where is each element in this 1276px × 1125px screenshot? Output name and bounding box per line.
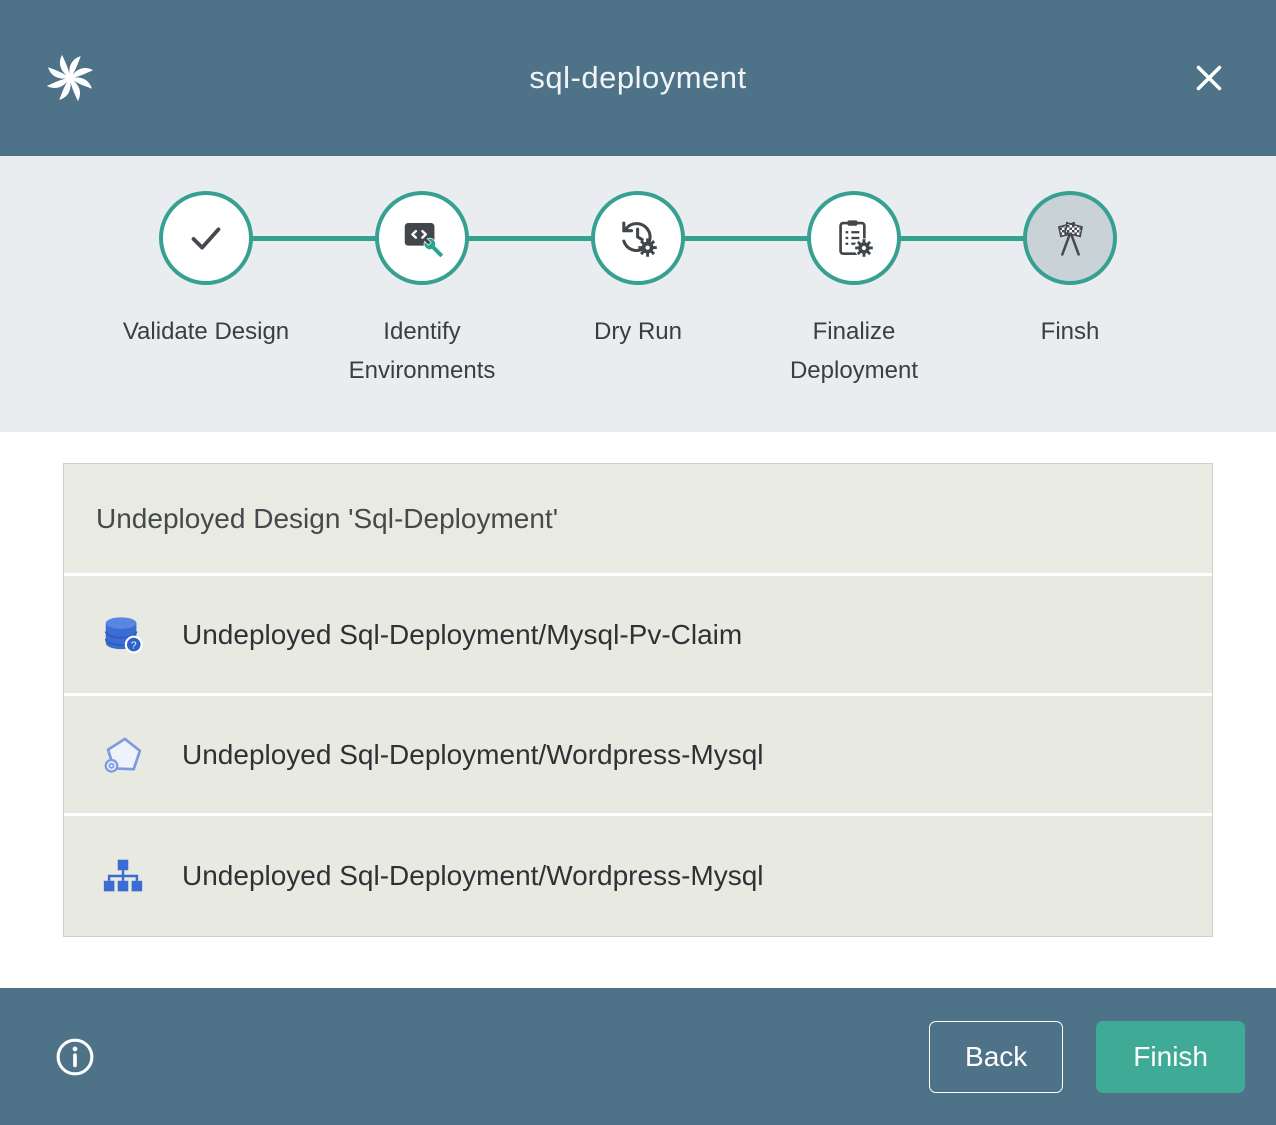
step-circle-identify-environments[interactable] bbox=[375, 191, 469, 285]
step-validate-design: Validate Design bbox=[98, 191, 314, 391]
step-circle-validate-design[interactable] bbox=[159, 191, 253, 285]
checkered-flags-icon bbox=[1047, 215, 1093, 261]
history-gear-icon bbox=[615, 215, 661, 261]
finish-button[interactable]: Finish bbox=[1096, 1021, 1245, 1093]
pentagon-shape-icon bbox=[100, 732, 146, 778]
step-label: Finsh bbox=[1041, 313, 1100, 352]
list-item-text: Undeployed Sql-Deployment/Wordpress-Mysq… bbox=[182, 739, 764, 771]
list-item: Undeployed Sql-Deployment/Wordpress-Mysq… bbox=[64, 696, 1212, 816]
pinwheel-logo-icon bbox=[42, 50, 98, 106]
wizard-stepper: Validate Design Identify Environments bbox=[0, 156, 1276, 432]
svg-text:?: ? bbox=[131, 640, 137, 651]
step-circle-finalize-deployment[interactable] bbox=[807, 191, 901, 285]
step-finish: Finsh bbox=[962, 191, 1178, 391]
step-label: Identify Environments bbox=[329, 313, 515, 391]
step-label: Validate Design bbox=[123, 313, 289, 352]
results-header-text: Undeployed Design 'Sql-Deployment' bbox=[96, 503, 558, 535]
step-circle-dry-run[interactable] bbox=[591, 191, 685, 285]
dialog-title: sql-deployment bbox=[102, 60, 1174, 96]
list-item: ? Undeployed Sql-Deployment/Mysql-Pv-Cla… bbox=[64, 576, 1212, 696]
dialog-footer: Back Finish bbox=[0, 988, 1276, 1125]
step-label: Finalize Deployment bbox=[761, 313, 947, 391]
step-circle-finish[interactable] bbox=[1023, 191, 1117, 285]
list-item: Undeployed Sql-Deployment/Wordpress-Mysq… bbox=[64, 816, 1212, 936]
database-icon: ? bbox=[100, 612, 146, 658]
info-button[interactable] bbox=[53, 1035, 97, 1079]
app-logo-icon bbox=[42, 50, 102, 106]
step-finalize-deployment: Finalize Deployment bbox=[746, 191, 962, 391]
hierarchy-icon bbox=[100, 853, 146, 899]
close-icon bbox=[1188, 57, 1230, 99]
back-button[interactable]: Back bbox=[929, 1021, 1063, 1093]
list-item-text: Undeployed Sql-Deployment/Wordpress-Mysq… bbox=[182, 860, 764, 892]
step-identify-environments: Identify Environments bbox=[314, 191, 530, 391]
check-icon bbox=[183, 215, 229, 261]
clipboard-gear-icon bbox=[831, 215, 877, 261]
list-item-text: Undeployed Sql-Deployment/Mysql-Pv-Claim bbox=[182, 619, 742, 651]
code-wrench-icon bbox=[399, 215, 445, 261]
dialog-header: sql-deployment bbox=[0, 0, 1276, 156]
results-panel: Undeployed Design 'Sql-Deployment' ? Und… bbox=[63, 463, 1213, 937]
deployment-wizard-dialog: sql-deployment bbox=[0, 0, 1276, 1125]
close-button[interactable] bbox=[1184, 53, 1234, 103]
step-label: Dry Run bbox=[594, 313, 682, 352]
deployment-results: Undeployed Design 'Sql-Deployment' ? Und… bbox=[0, 432, 1276, 988]
step-dry-run: Dry Run bbox=[530, 191, 746, 391]
info-icon bbox=[53, 1035, 97, 1079]
results-header-row: Undeployed Design 'Sql-Deployment' bbox=[64, 464, 1212, 576]
